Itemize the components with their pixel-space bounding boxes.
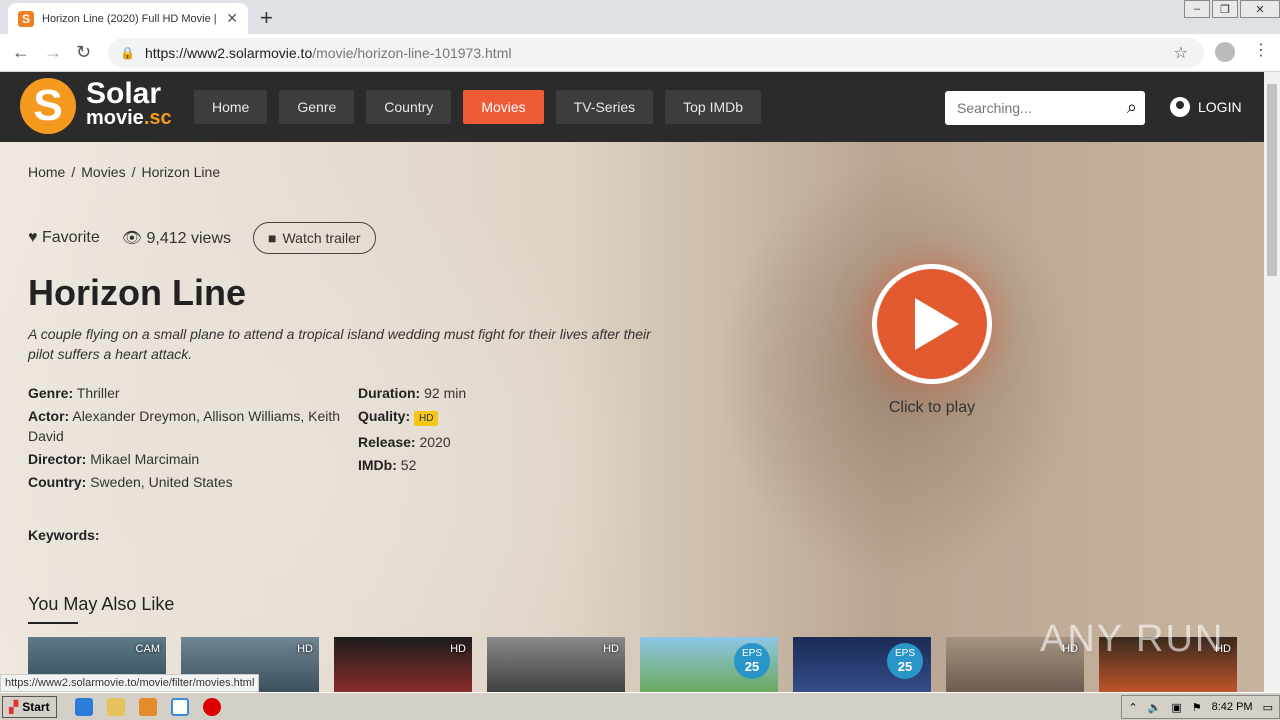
address-toolbar: ← → ↻ 🔒 https://www2.solarmovie.to/movie… xyxy=(0,34,1280,72)
nav-movies[interactable]: Movies xyxy=(463,90,544,124)
anyrun-watermark: ANY RUN xyxy=(1040,618,1225,660)
quality-badge: HD xyxy=(414,411,439,426)
url-host: https://www2.solarmovie.to xyxy=(144,45,313,61)
search-input[interactable] xyxy=(957,100,1112,116)
internet-explorer-icon[interactable] xyxy=(74,697,93,716)
video-camera-icon: ■ xyxy=(268,230,277,246)
search-icon[interactable]: ⌕ xyxy=(1127,97,1137,118)
meta-imdb: IMDb: 52 xyxy=(358,457,417,473)
movie-description: A couple flying on a small plane to atte… xyxy=(28,326,651,362)
folder-icon[interactable] xyxy=(106,697,125,716)
views-count: 👁 9,412 views xyxy=(121,230,232,247)
favorite-button[interactable]: ♥ Favorite xyxy=(28,229,100,247)
episodes-badge: EPS 25 xyxy=(887,643,923,679)
meta-actor: Actor: Alexander Dreymon, Allison Willia… xyxy=(28,408,341,444)
nav-home[interactable]: Home xyxy=(194,90,268,124)
tray-arrow-icon[interactable]: ⌃ xyxy=(1128,701,1137,714)
status-bar-url: https://www2.solarmovie.to/movie/filter/… xyxy=(0,674,260,692)
window-controls: – ❐ ✕ xyxy=(1182,0,1280,18)
restore-icon[interactable]: ❐ xyxy=(1212,0,1238,18)
keywords-label: Keywords: xyxy=(28,527,100,543)
clock[interactable]: 8:42 PM xyxy=(1212,701,1253,713)
login-button[interactable]: LOGIN xyxy=(1170,97,1242,117)
related-heading: You May Also Like xyxy=(28,594,175,614)
play-icon xyxy=(915,298,959,350)
chrome-icon[interactable] xyxy=(170,697,189,716)
logo-line2: movie.sc xyxy=(86,107,172,129)
flag-icon[interactable]: ⚑ xyxy=(1192,701,1202,714)
back-arrow-icon[interactable]: ← xyxy=(12,42,30,63)
related-movie-card[interactable]: HD xyxy=(334,637,472,692)
browser-tabbar: S Horizon Line (2020) Full HD Movie | S … xyxy=(0,0,1280,34)
meta-release: Release: 2020 xyxy=(358,434,451,450)
bookmark-star-icon[interactable]: ☆ xyxy=(1174,43,1188,63)
nav-country[interactable]: Country xyxy=(366,90,452,124)
nav-genre[interactable]: Genre xyxy=(279,90,355,124)
url-path: /movie/horizon-line-101973.html xyxy=(312,45,512,61)
page-scrollbar[interactable] xyxy=(1264,72,1280,692)
meta-duration: Duration: 92 min xyxy=(358,385,467,401)
eye-icon: 👁 xyxy=(121,230,143,247)
network-icon[interactable]: ▣ xyxy=(1171,701,1181,714)
reload-icon[interactable]: ↻ xyxy=(76,42,91,63)
breadcrumb: Home / Movies / Horizon Line xyxy=(28,164,220,180)
system-tray: ⌃ 🔈 ▣ ⚑ 8:42 PM ▭ xyxy=(1121,695,1280,719)
play-button[interactable] xyxy=(872,264,992,384)
site-favicon-icon: S xyxy=(18,10,34,27)
breadcrumb-movies[interactable]: Movies xyxy=(81,164,125,180)
start-button[interactable]: ▞ Start xyxy=(2,695,57,718)
windows-logo-icon: ▞ xyxy=(9,699,19,714)
movie-actions: ♥ Favorite 👁 9,412 views ■ Watch trailer xyxy=(28,222,376,254)
volume-icon[interactable]: 🔈 xyxy=(1148,701,1162,714)
related-show-card[interactable]: EPS 25 xyxy=(640,637,778,692)
episodes-badge: EPS 25 xyxy=(734,643,770,679)
movie-title: Horizon Line xyxy=(28,272,246,313)
security-app-icon[interactable] xyxy=(202,697,221,716)
search-box: ⌕ xyxy=(945,91,1145,125)
website-viewport: S Solar movie.sc Home Genre Country Movi… xyxy=(0,72,1264,692)
close-window-icon[interactable]: ✕ xyxy=(1240,0,1280,18)
os-taskbar: ▞ Start ⌃ 🔈 ▣ ⚑ 8:42 PM ▭ xyxy=(0,692,1280,720)
minimize-icon[interactable]: – xyxy=(1184,0,1210,18)
browser-menu-icon[interactable]: ⋮ xyxy=(1253,40,1269,60)
movie-meta-right: Duration: 92 min Quality: HD Release: 20… xyxy=(358,383,608,478)
main-nav: Home Genre Country Movies TV-Series Top … xyxy=(194,90,762,124)
logo-line1: Solar xyxy=(86,77,162,110)
watch-trailer-button[interactable]: ■ Watch trailer xyxy=(253,222,376,254)
nav-tv-series[interactable]: TV-Series xyxy=(555,90,654,124)
movie-meta-left: Genre: Thriller Actor: Alexander Dreymon… xyxy=(28,383,348,495)
heart-icon: ♥ xyxy=(28,229,38,246)
breadcrumb-home[interactable]: Home xyxy=(28,164,65,180)
close-tab-icon[interactable]: ✕ xyxy=(226,10,238,27)
site-header: S Solar movie.sc Home Genre Country Movi… xyxy=(0,72,1264,142)
media-player-icon[interactable] xyxy=(138,697,157,716)
meta-quality: Quality: HD xyxy=(358,406,608,429)
user-icon xyxy=(1170,97,1190,117)
new-tab-icon[interactable]: + xyxy=(260,5,273,31)
click-to-play-label[interactable]: Click to play xyxy=(872,399,992,417)
meta-country: Country: Sweden, United States xyxy=(28,474,233,490)
lock-icon: 🔒 xyxy=(120,46,135,60)
meta-genre: Genre: Thriller xyxy=(28,385,120,401)
breadcrumb-current: Horizon Line xyxy=(141,164,221,180)
browser-tab[interactable]: S Horizon Line (2020) Full HD Movie | S … xyxy=(8,3,248,34)
profile-avatar-icon[interactable] xyxy=(1215,42,1235,62)
breadcrumb-separator: / xyxy=(71,164,76,180)
related-movie-card[interactable]: HD xyxy=(487,637,625,692)
scrollbar-thumb[interactable] xyxy=(1267,84,1277,276)
breadcrumb-separator: / xyxy=(131,164,136,180)
site-logo[interactable]: Solar movie.sc xyxy=(86,77,172,130)
forward-arrow-icon[interactable]: → xyxy=(44,42,62,63)
show-desktop-icon[interactable]: ▭ xyxy=(1263,701,1273,714)
related-show-card[interactable]: EPS 25 xyxy=(793,637,931,692)
related-heading-underline xyxy=(28,622,78,624)
address-bar[interactable]: 🔒 https://www2.solarmovie.to/movie/horiz… xyxy=(108,38,1204,68)
nav-top-imdb[interactable]: Top IMDb xyxy=(665,90,762,124)
meta-director: Director: Mikael Marcimain xyxy=(28,451,200,467)
login-label: LOGIN xyxy=(1198,99,1242,115)
solarmovie-logo-icon[interactable]: S xyxy=(20,78,76,134)
tab-title: Horizon Line (2020) Full HD Movie | S xyxy=(42,12,217,25)
